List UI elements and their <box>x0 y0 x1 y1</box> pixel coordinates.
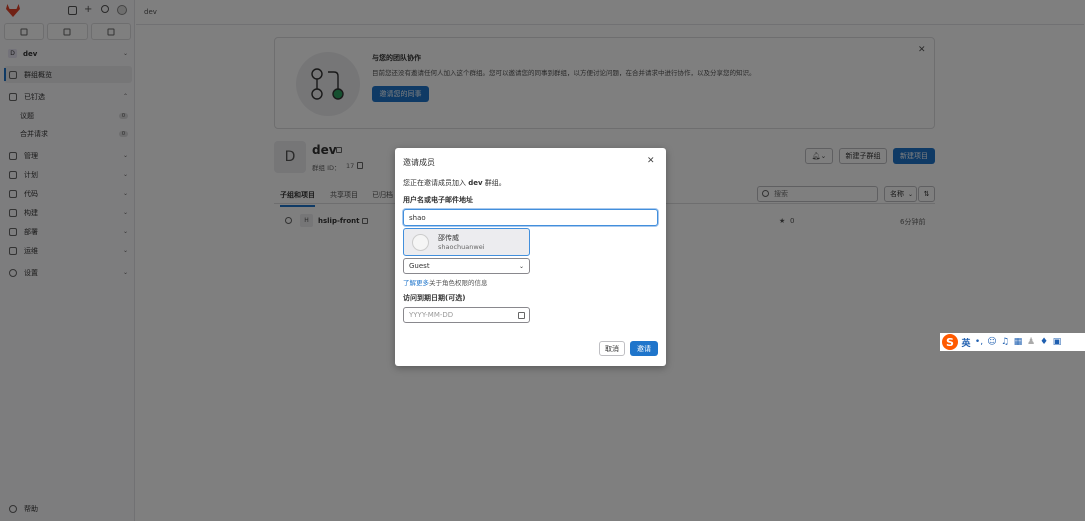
description-prefix: 您正在邀请成员加入 <box>403 179 469 187</box>
date-placeholder: YYYY-MM-DD <box>409 311 454 319</box>
user-icon[interactable]: ♟ <box>1026 337 1036 347</box>
microphone-icon[interactable]: ♫ <box>1000 337 1010 347</box>
modal-title: 邀请成员 <box>403 158 435 167</box>
invite-button[interactable]: 邀请 <box>630 341 658 356</box>
sogou-logo[interactable]: S <box>942 334 958 350</box>
role-value: Guest <box>409 262 430 270</box>
chevron-down-icon: ⌄ <box>518 262 524 270</box>
cancel-button[interactable]: 取消 <box>599 341 625 356</box>
modal-description: 您正在邀请成员加入 dev 群组。 <box>403 178 506 188</box>
avatar <box>412 234 429 251</box>
punctuation-icon[interactable]: •, <box>974 337 984 347</box>
keyboard-icon[interactable]: ▦ <box>1013 337 1023 347</box>
learn-more-text: 了解更多关于角色权限的信息 <box>403 277 488 287</box>
user-suggestion[interactable]: 邵传威 shaochuanwei <box>403 228 530 256</box>
learn-more-rest: 关于角色权限的信息 <box>429 279 488 287</box>
calendar-icon <box>518 311 525 319</box>
invite-members-modal: 邀请成员 ✕ 您正在邀请成员加入 dev 群组。 用户名或电子邮件地址 shao… <box>395 148 666 366</box>
suggestion-username: shaochuanwei <box>438 243 485 251</box>
skin-icon[interactable]: ♦ <box>1039 337 1049 347</box>
expiry-date-input[interactable]: YYYY-MM-DD <box>403 307 530 323</box>
description-suffix: 群组。 <box>482 179 506 187</box>
learn-more-link[interactable]: 了解更多 <box>403 279 429 287</box>
description-group: dev <box>468 179 483 187</box>
ime-toolbar: S 英 •, ☺ ♫ ▦ ♟ ♦ ▣ <box>940 333 1085 351</box>
expiry-label: 访问到期日期(可选) <box>403 294 466 302</box>
suggestion-name: 邵传威 <box>438 234 459 242</box>
role-select[interactable]: Guest ⌄ <box>403 258 530 274</box>
close-icon[interactable]: ✕ <box>647 156 655 166</box>
toolbox-icon[interactable]: ▣ <box>1052 337 1062 347</box>
ime-mode[interactable]: 英 <box>961 337 971 349</box>
emoji-icon[interactable]: ☺ <box>987 337 997 347</box>
username-email-input[interactable]: shao <box>403 209 658 226</box>
field-label: 用户名或电子邮件地址 <box>403 196 473 204</box>
